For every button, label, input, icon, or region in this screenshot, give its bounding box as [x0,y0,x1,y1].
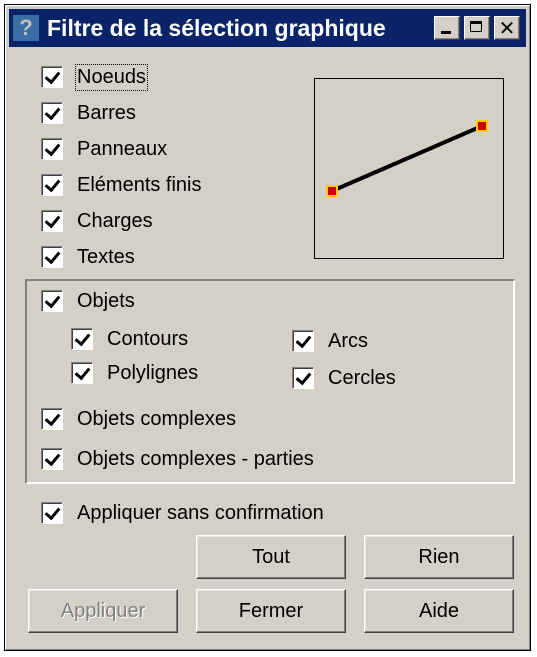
appliquer-button[interactable]: Appliquer [28,589,178,633]
checkbox-label: Panneaux [77,137,168,160]
tout-button[interactable]: Tout [196,535,346,579]
aide-button[interactable]: Aide [364,589,514,633]
checkbox-box[interactable] [41,290,63,312]
minimize-button[interactable] [434,16,460,40]
checkbox-box[interactable] [41,502,63,524]
maximize-button[interactable] [464,16,490,40]
checkbox-label: Polylignes [107,361,199,384]
preview-node-end [476,120,488,132]
checkbox-label: Contours [107,327,189,350]
checkbox-label: Eléments finis [77,173,202,196]
checkbox-polylignes[interactable]: Polylignes [71,360,198,386]
checkbox-label: Textes [77,245,135,268]
checkbox-box[interactable] [41,408,63,430]
checkbox-cercles[interactable]: Cercles [292,365,396,391]
checkbox-box[interactable] [71,362,93,384]
checkbox-textes[interactable]: Textes [41,244,135,270]
checkbox-label: Objets complexes - parties [77,447,314,470]
checkbox-charges[interactable]: Charges [41,208,153,234]
checkbox-box[interactable] [41,174,63,196]
selection-preview [314,78,504,259]
checkbox-contours[interactable]: Contours [71,326,188,352]
checkbox-arcs[interactable]: Arcs [292,328,368,354]
window-title: Filtre de la sélection graphique [47,14,386,41]
checkbox-label: Appliquer sans confirmation [77,501,324,524]
help-icon[interactable]: ? [13,15,39,41]
rien-button[interactable]: Rien [364,535,514,579]
checkbox-objets-complexes-parties[interactable]: Objets complexes - parties [41,446,314,472]
checkbox-panneaux[interactable]: Panneaux [41,136,167,162]
checkbox-appliquer-sans-confirmation[interactable]: Appliquer sans confirmation [41,500,324,526]
checkbox-label: Barres [77,101,136,124]
fermer-button[interactable]: Fermer [196,589,346,633]
checkbox-barres[interactable]: Barres [41,100,136,126]
dialog-window: ? Filtre de la sélection graphique ✕ Noe… [4,4,531,651]
checkbox-label: Noeuds [75,63,148,91]
close-button[interactable]: ✕ [494,16,520,40]
checkbox-label: Charges [77,209,153,232]
checkbox-box[interactable] [41,138,63,160]
close-icon: ✕ [498,16,516,40]
checkbox-box[interactable] [71,328,93,350]
checkbox-box[interactable] [41,246,63,268]
maximize-icon [470,21,482,32]
checkbox-objets-complexes[interactable]: Objets complexes [41,406,236,432]
checkbox-box[interactable] [41,102,63,124]
preview-node-start [326,185,338,197]
checkbox-box[interactable] [292,367,314,389]
checkbox-label: Objets complexes [77,407,236,430]
checkbox-box[interactable] [41,66,63,88]
checkbox-objets[interactable]: Objets [41,288,135,314]
checkbox-label: Cercles [328,366,396,389]
preview-bar-line [331,124,483,193]
checkbox-box[interactable] [41,210,63,232]
checkbox-elements-finis[interactable]: Eléments finis [41,172,202,198]
checkbox-label: Objets [77,289,135,312]
checkbox-noeuds[interactable]: Noeuds [41,63,148,91]
checkbox-box[interactable] [292,330,314,352]
minimize-icon [441,31,451,34]
checkbox-box[interactable] [41,448,63,470]
title-bar[interactable]: ? Filtre de la sélection graphique ✕ [9,9,526,47]
preview-drawing [326,120,488,197]
checkbox-label: Arcs [328,329,368,352]
